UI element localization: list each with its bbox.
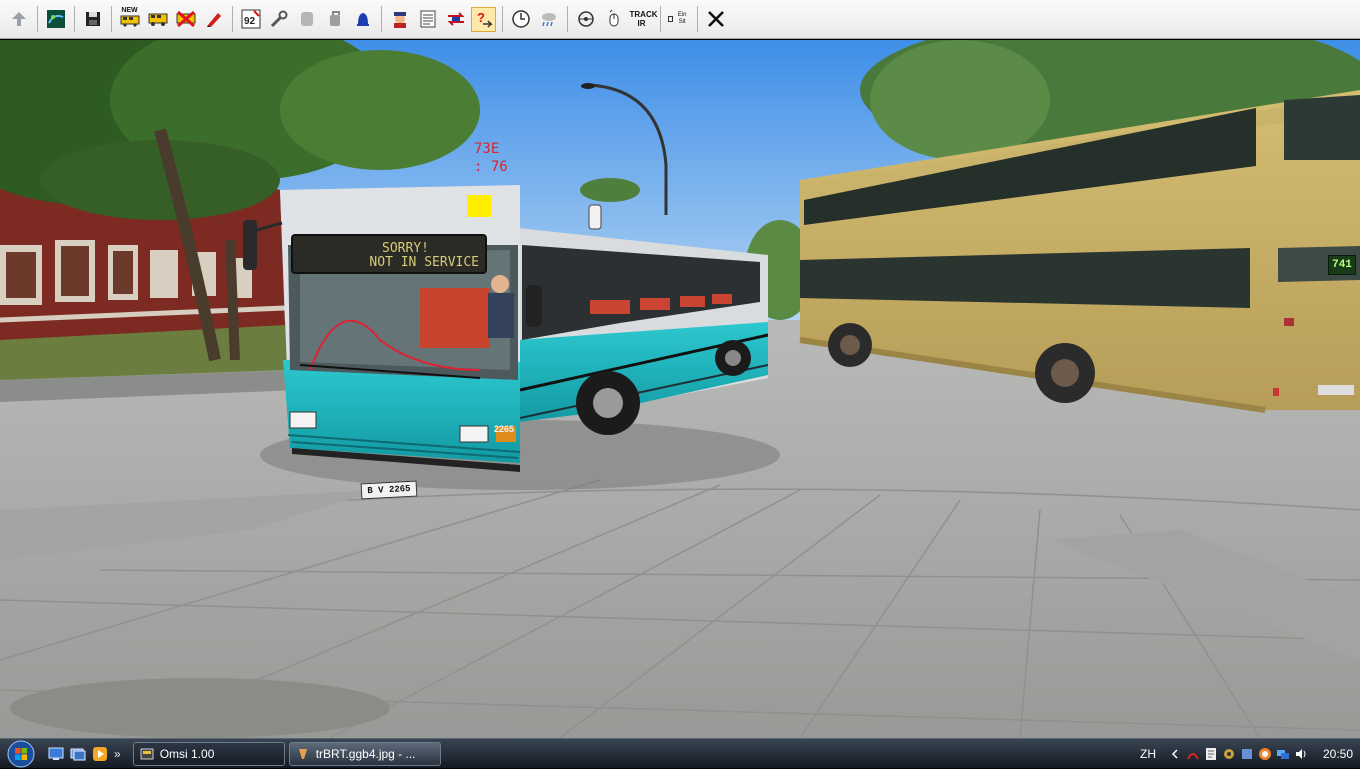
bell-icon[interactable]: [350, 7, 375, 32]
new-bus-icon[interactable]: NEW: [117, 7, 142, 32]
toolbar-separator: [502, 6, 503, 32]
toolbar: NEW 92 ? TRACK IR Ein Sit: [0, 0, 1360, 39]
network-tool-icon[interactable]: [1222, 747, 1236, 761]
scene-graphics: [0, 40, 1360, 738]
security-icon[interactable]: [1240, 747, 1254, 761]
mouse-icon[interactable]: [601, 7, 626, 32]
volume-icon[interactable]: [1294, 747, 1308, 761]
clock-icon[interactable]: [508, 7, 533, 32]
text-icon[interactable]: Ein Sit: [666, 7, 691, 32]
gray-tool-2-icon[interactable]: [322, 7, 347, 32]
destination-line-1: SORRY!: [382, 241, 429, 256]
wrench-icon[interactable]: [266, 7, 291, 32]
windows-logo-icon: [7, 740, 35, 767]
toolbar-separator: [37, 6, 38, 32]
taskbar-item-label: Omsi 1.00: [159, 746, 215, 761]
show-desktop-icon[interactable]: [48, 746, 64, 762]
toolbar-separator: [111, 6, 112, 32]
pen-icon[interactable]: [201, 7, 226, 32]
system-tray: ZH 20:50: [1140, 739, 1360, 769]
taskbar-item-label: trBRT.ggb4.jpg - ...: [315, 746, 416, 761]
omsi-app-icon: [140, 748, 154, 759]
toolbar-separator: [74, 6, 75, 32]
update-icon[interactable]: [1258, 747, 1272, 761]
trackir-label: TRACK IR: [629, 10, 658, 28]
timetable-label: 92: [244, 16, 256, 27]
switch-icon[interactable]: [443, 7, 468, 32]
document-icon[interactable]: [1204, 747, 1218, 761]
quick-launch: »: [42, 746, 133, 762]
toolbar-separator: [697, 6, 698, 32]
text-label: Ein Sit: [677, 12, 687, 25]
timetable-icon[interactable]: 92: [238, 7, 263, 32]
network-icon[interactable]: [1276, 747, 1290, 761]
tray-expand-icon[interactable]: [1168, 747, 1182, 761]
map-icon[interactable]: [43, 7, 68, 32]
vehicle-marker: [467, 195, 491, 217]
toolbar-separator: [232, 6, 233, 32]
tray-icons: [1164, 747, 1308, 761]
fleet-number: 2265: [494, 424, 515, 434]
destination-line-2: NOT IN SERVICE: [369, 255, 479, 270]
image-viewer-icon: [298, 748, 307, 759]
weather-icon[interactable]: [536, 7, 561, 32]
remove-bus-icon[interactable]: [173, 7, 198, 32]
route-sign: 741: [1328, 255, 1356, 275]
simulation-viewport[interactable]: 73E : 76 SORRY! NOT IN SERVICE B V 2265 …: [0, 40, 1360, 738]
toolbar-separator: [381, 6, 382, 32]
save-icon[interactable]: [80, 7, 105, 32]
toolbar-separator: [567, 6, 568, 32]
switch-windows-icon[interactable]: [70, 746, 86, 762]
chevron-more-icon[interactable]: »: [114, 747, 121, 761]
destination-display: SORRY! NOT IN SERVICE: [291, 234, 487, 274]
toolbar-separator: [660, 6, 661, 32]
driver-icon[interactable]: [387, 7, 412, 32]
start-button[interactable]: [0, 739, 42, 769]
gray-tool-icon[interactable]: [294, 7, 319, 32]
pdf-icon[interactable]: [1186, 747, 1200, 761]
taskbar: » Omsi 1.00 trBRT.ggb4.jpg - ... ZH 20:5…: [0, 738, 1360, 768]
overlay-line-2: : 76: [474, 159, 508, 175]
taskbar-item-omsi[interactable]: Omsi 1.00: [132, 741, 285, 766]
clock[interactable]: 20:50: [1316, 747, 1360, 761]
help-icon[interactable]: ?: [471, 6, 496, 32]
overlay-line-1: 73E: [474, 141, 500, 157]
media-player-icon[interactable]: [92, 746, 108, 762]
ticket-icon[interactable]: [415, 7, 440, 32]
license-plate: B V 2265: [360, 480, 418, 500]
trackir-icon[interactable]: TRACK IR: [629, 7, 658, 32]
bus-icon[interactable]: [145, 7, 170, 32]
new-label: NEW: [121, 6, 138, 14]
debug-overlay: 73E : 76: [474, 140, 508, 176]
language-indicator[interactable]: ZH: [1140, 747, 1156, 761]
close-icon[interactable]: [703, 7, 728, 32]
svg-text:?: ?: [477, 10, 485, 25]
up-arrow-icon[interactable]: [6, 7, 31, 32]
camera-icon[interactable]: [573, 7, 598, 32]
taskbar-item-image[interactable]: trBRT.ggb4.jpg - ...: [288, 741, 441, 766]
